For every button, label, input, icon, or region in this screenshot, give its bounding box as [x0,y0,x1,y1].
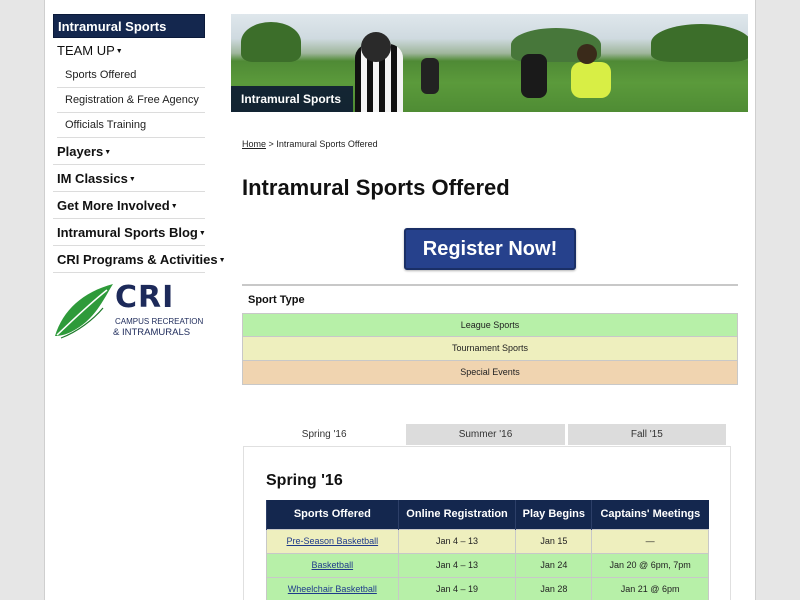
table-cell: Jan 24 [515,552,593,578]
sidebar-item-label: Players [57,144,104,159]
sport-type-league: League Sports [242,313,738,337]
sidebar-home-link[interactable]: Intramural Sports Home [53,14,205,58]
caret-down-icon: ▼ [170,203,178,210]
tab-fall-15[interactable]: Fall '15 [567,424,726,445]
table-cell: Wheelchair Basketball [266,576,399,600]
sidebar-item-im-classics[interactable]: IM Classics▼ [53,165,205,192]
sidebar-subitem-sports-offered[interactable]: Sports Offered [57,63,205,88]
caret-down-icon: ▼ [198,230,206,237]
table-cell: Pre-Season Basketball [266,528,399,554]
page-title: Intramural Sports Offered [242,175,510,200]
tab-summer-16[interactable]: Summer '16 [406,424,565,445]
table-cell: — [591,528,709,554]
player-figure [571,62,611,98]
table-header-row: Sports Offered Online Registration Play … [266,500,709,529]
table-row: Wheelchair Basketball Jan 4 – 19 Jan 28 … [266,576,709,600]
table-cell: Basketball [266,552,399,578]
sport-link[interactable]: Wheelchair Basketball [288,584,377,594]
table-cell: Jan 21 @ 6pm [591,576,709,600]
column-header: Play Begins [515,500,592,529]
table-cell: Jan 15 [515,528,593,554]
leaf-icon [55,284,113,339]
sidebar-item-label: CRI Programs & Activities [57,252,218,267]
table-row: Pre-Season Basketball Jan 4 – 13 Jan 15 … [266,528,709,554]
sport-type-header: Sport Type [242,284,738,313]
caret-down-icon: ▼ [128,176,136,183]
column-header: Sports Offered [266,500,399,529]
register-now-button[interactable]: Register Now! [404,228,576,270]
sidebar-item-get-involved[interactable]: Get More Involved▼ [53,192,205,219]
sport-type-tournament: Tournament Sports [242,337,738,361]
table-cell: Jan 4 – 19 [397,576,517,600]
player-figure [521,54,547,98]
column-header: Captains' Meetings [591,500,709,529]
table-cell: Jan 4 – 13 [397,528,517,554]
sidebar-item-label: Intramural Sports Blog [57,225,198,240]
sidebar-item-label: Get More Involved [57,198,170,213]
player-figure [421,58,439,94]
sport-link[interactable]: Basketball [312,560,354,570]
column-header: Online Registration [397,500,516,529]
page-container: Intramural Sports Home TEAM UP▼ Sports O… [44,0,756,600]
schedule-table: Sports Offered Online Registration Play … [266,500,709,600]
sidebar-nav: Intramural Sports Home TEAM UP▼ Sports O… [53,14,226,273]
caret-down-icon: ▼ [115,48,123,55]
tab-spring-16[interactable]: Spring '16 [245,424,404,445]
logo-acronym: CRI [115,280,175,315]
banner-tree [241,22,301,62]
logo-line-1: CAMPUS RECREATION [115,317,204,326]
table-cell: Jan 20 @ 6pm, 7pm [591,552,709,578]
breadcrumb-current: Intramural Sports Offered [276,139,378,149]
sidebar-item-cri-programs[interactable]: CRI Programs & Activities▼ [53,246,226,273]
sidebar-item-label: IM Classics [57,171,128,186]
sidebar-subitem-registration[interactable]: Registration & Free Agency [57,88,205,113]
sport-link[interactable]: Pre-Season Basketball [287,536,379,546]
sidebar-item-label: TEAM UP [57,43,115,58]
breadcrumb: Home > Intramural Sports Offered [242,139,378,149]
table-cell: Jan 28 [515,576,593,600]
sidebar-item-blog[interactable]: Intramural Sports Blog▼ [53,219,206,246]
banner-tree [651,24,748,62]
caret-down-icon: ▼ [218,257,226,264]
season-tabs: Spring '16 Summer '16 Fall '15 [245,424,729,445]
caret-down-icon: ▼ [104,149,112,156]
table-cell: Jan 4 – 13 [397,552,517,578]
breadcrumb-home-link[interactable]: Home [242,139,266,149]
sport-type-special-events: Special Events [242,361,738,385]
sidebar-item-players[interactable]: Players▼ [53,138,205,165]
player-head [577,44,597,64]
banner-label: Intramural Sports [231,86,354,112]
referee-head [361,32,391,62]
season-title: Spring '16 [266,472,343,489]
sidebar-subitem-officials-training[interactable]: Officials Training [57,113,205,138]
table-row: Basketball Jan 4 – 13 Jan 24 Jan 20 @ 6p… [266,552,709,578]
cri-logo[interactable]: CRI CAMPUS RECREATION & INTRAMURALS [53,280,204,340]
logo-line-2: & INTRAMURALS [113,327,191,338]
sidebar-item-team-up[interactable]: TEAM UP▼ [53,38,205,63]
breadcrumb-separator: > [268,139,274,149]
sport-type-legend: Sport Type League Sports Tournament Spor… [242,284,738,385]
banner-photo: Intramural Sports [231,14,748,112]
